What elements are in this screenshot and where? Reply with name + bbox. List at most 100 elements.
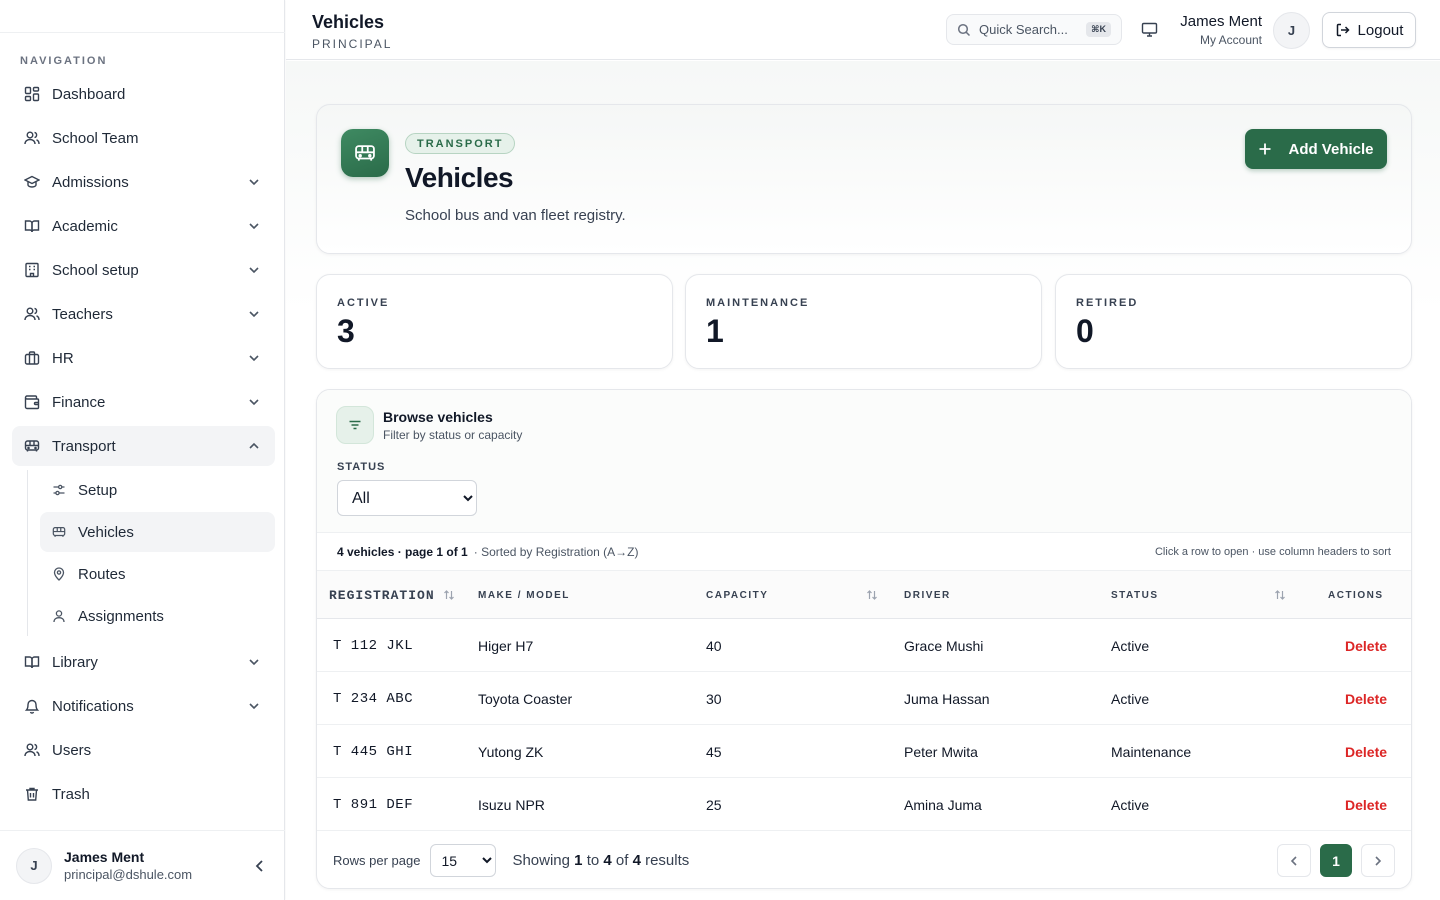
sidebar-item-label: Dashboard bbox=[52, 85, 126, 103]
sidebar-item-school-team[interactable]: School Team bbox=[12, 118, 275, 158]
sidebar-subitem-routes[interactable]: Routes bbox=[40, 554, 275, 594]
logout-button[interactable]: Logout bbox=[1322, 12, 1416, 48]
book-open-icon bbox=[24, 656, 40, 669]
cell-driver: Amina Juma bbox=[904, 796, 982, 813]
column-header-status[interactable]: STATUS bbox=[1111, 571, 1159, 619]
chevron-left-icon bbox=[1290, 855, 1297, 866]
sidebar-item-finance[interactable]: Finance bbox=[12, 382, 275, 422]
sidebar-footer: J James Ment principal@dshule.com bbox=[0, 830, 285, 900]
chevron-down-icon bbox=[249, 703, 259, 710]
table-row[interactable]: T 891 DEF Isuzu NPR 25 Amina Juma Active… bbox=[317, 778, 1411, 831]
sidebar-item-hr[interactable]: HR bbox=[12, 338, 275, 378]
cell-status: Active bbox=[1111, 637, 1150, 654]
page-button-current[interactable]: 1 bbox=[1320, 844, 1352, 877]
sidebar-subitem-setup[interactable]: Setup bbox=[40, 470, 275, 510]
monitor-icon[interactable] bbox=[1141, 21, 1158, 38]
prev-page-button[interactable] bbox=[1277, 844, 1311, 877]
table-row[interactable]: T 234 ABC Toyota Coaster 30 Juma Hassan … bbox=[317, 672, 1411, 725]
delete-button[interactable]: Delete bbox=[1345, 619, 1387, 672]
cell-status: Active bbox=[1111, 690, 1150, 707]
avatar[interactable]: J bbox=[16, 847, 52, 884]
sort-description: · Sorted by Registration (A→Z) bbox=[473, 544, 639, 559]
sidebar-item-label: Users bbox=[52, 741, 92, 759]
sidebar-item-label: Admissions bbox=[52, 173, 129, 191]
header-avatar[interactable]: J bbox=[1273, 12, 1310, 49]
sidebar-subitem-label: Assignments bbox=[78, 607, 164, 625]
column-header-actions: ACTIONS bbox=[1328, 571, 1384, 619]
cell-make-model: Yutong ZK bbox=[478, 743, 544, 760]
sidebar-item-label: HR bbox=[52, 349, 74, 367]
sort-icon[interactable] bbox=[866, 589, 878, 601]
sidebar-item-notifications[interactable]: Notifications bbox=[12, 686, 275, 726]
sort-icon[interactable] bbox=[443, 589, 455, 601]
table-row[interactable]: T 112 JKL Higer H7 40 Grace Mushi Active… bbox=[317, 619, 1411, 672]
delete-button[interactable]: Delete bbox=[1345, 672, 1387, 725]
showing-from: 1 bbox=[574, 852, 583, 869]
column-header-registration[interactable]: REGISTRATION bbox=[329, 571, 455, 619]
rows-per-page-select[interactable]: 15 bbox=[430, 844, 497, 877]
column-label: REGISTRATION bbox=[329, 587, 435, 603]
cell-capacity: 45 bbox=[706, 743, 722, 760]
column-header-capacity[interactable]: CAPACITY bbox=[706, 571, 768, 619]
sidebar-item-label: School setup bbox=[52, 261, 139, 279]
sidebar-item-school-setup[interactable]: School setup bbox=[12, 250, 275, 290]
sidebar-item-users[interactable]: Users bbox=[12, 730, 275, 770]
sidebar-item-dashboard[interactable]: Dashboard bbox=[12, 74, 275, 114]
sidebar-item-label: Transport bbox=[52, 437, 116, 455]
hero-description: School bus and van fleet registry. bbox=[405, 207, 626, 224]
sidebar-item-admissions[interactable]: Admissions bbox=[12, 162, 275, 202]
sidebar-item-transport[interactable]: Transport bbox=[12, 426, 275, 466]
table-hint: Click a row to open · use column headers… bbox=[1154, 545, 1391, 558]
column-label: CAPACITY bbox=[706, 589, 769, 601]
chevron-up-icon bbox=[249, 442, 259, 449]
chevron-down-icon bbox=[249, 355, 259, 362]
sidebar-item-library[interactable]: Library bbox=[12, 642, 275, 682]
chevron-down-icon bbox=[249, 179, 259, 186]
sidebar-subitem-assignments[interactable]: Assignments bbox=[40, 596, 275, 636]
quick-search-button[interactable]: Quick Search... ⌘K bbox=[946, 14, 1122, 45]
delete-button[interactable]: Delete bbox=[1345, 725, 1387, 778]
table-row[interactable]: T 445 GHI Yutong ZK 45 Peter Mwita Maint… bbox=[317, 725, 1411, 778]
search-icon bbox=[957, 23, 971, 36]
delete-button[interactable]: Delete bbox=[1345, 778, 1387, 831]
sidebar-item-label: Library bbox=[52, 653, 98, 671]
add-vehicle-button[interactable]: Add Vehicle bbox=[1245, 129, 1387, 169]
column-label: ACTIONS bbox=[1328, 589, 1384, 601]
cell-registration: T 234 ABC bbox=[333, 690, 414, 707]
showing-results-word: results bbox=[645, 852, 690, 869]
cell-status: Maintenance bbox=[1111, 743, 1192, 760]
browse-title: Browse vehicles bbox=[383, 409, 493, 425]
footer-user-email: principal@dshule.com bbox=[64, 867, 193, 882]
nav-heading: NAVIGATION bbox=[20, 55, 108, 67]
stat-card-active: ACTIVE 3 bbox=[316, 274, 673, 369]
header-user: James Ment My Account bbox=[1180, 13, 1262, 47]
header-user-account: My Account bbox=[1199, 33, 1262, 47]
chevron-left-icon[interactable] bbox=[251, 857, 269, 875]
sidebar-subitem-vehicles[interactable]: Vehicles bbox=[40, 512, 275, 552]
dashboard-icon bbox=[24, 86, 40, 102]
bell-icon bbox=[24, 699, 40, 714]
cell-driver: Peter Mwita bbox=[904, 743, 978, 760]
header-user-name: James Ment bbox=[1180, 13, 1262, 30]
search-shortcut-badge: ⌘K bbox=[1086, 22, 1111, 37]
hero-bus-icon bbox=[341, 129, 389, 177]
sidebar-item-trash[interactable]: Trash bbox=[12, 774, 275, 814]
showing-of-word: of bbox=[615, 852, 629, 869]
quick-search-placeholder: Quick Search... bbox=[979, 22, 1068, 37]
status-filter-select[interactable]: All bbox=[337, 480, 477, 516]
pagination-bar: Rows per page 15 Showing 1 to 4 of 4 res… bbox=[317, 831, 1411, 888]
sidebar-item-academic[interactable]: Academic bbox=[12, 206, 275, 246]
cell-driver: Grace Mushi bbox=[904, 637, 984, 654]
map-pin-icon bbox=[53, 567, 65, 581]
cell-make-model: Toyota Coaster bbox=[478, 690, 573, 707]
sidebar-item-teachers[interactable]: Teachers bbox=[12, 294, 275, 334]
footer-user-name: James Ment bbox=[64, 849, 145, 865]
logout-label: Logout bbox=[1357, 21, 1404, 39]
showing-prefix: Showing bbox=[512, 852, 570, 869]
cell-capacity: 30 bbox=[706, 690, 722, 707]
next-page-button[interactable] bbox=[1361, 844, 1395, 877]
sidebar-item-label: School Team bbox=[52, 129, 139, 147]
status-filter-label: STATUS bbox=[337, 461, 386, 473]
sort-icon[interactable] bbox=[1274, 589, 1286, 601]
cell-registration: T 445 GHI bbox=[333, 743, 414, 760]
